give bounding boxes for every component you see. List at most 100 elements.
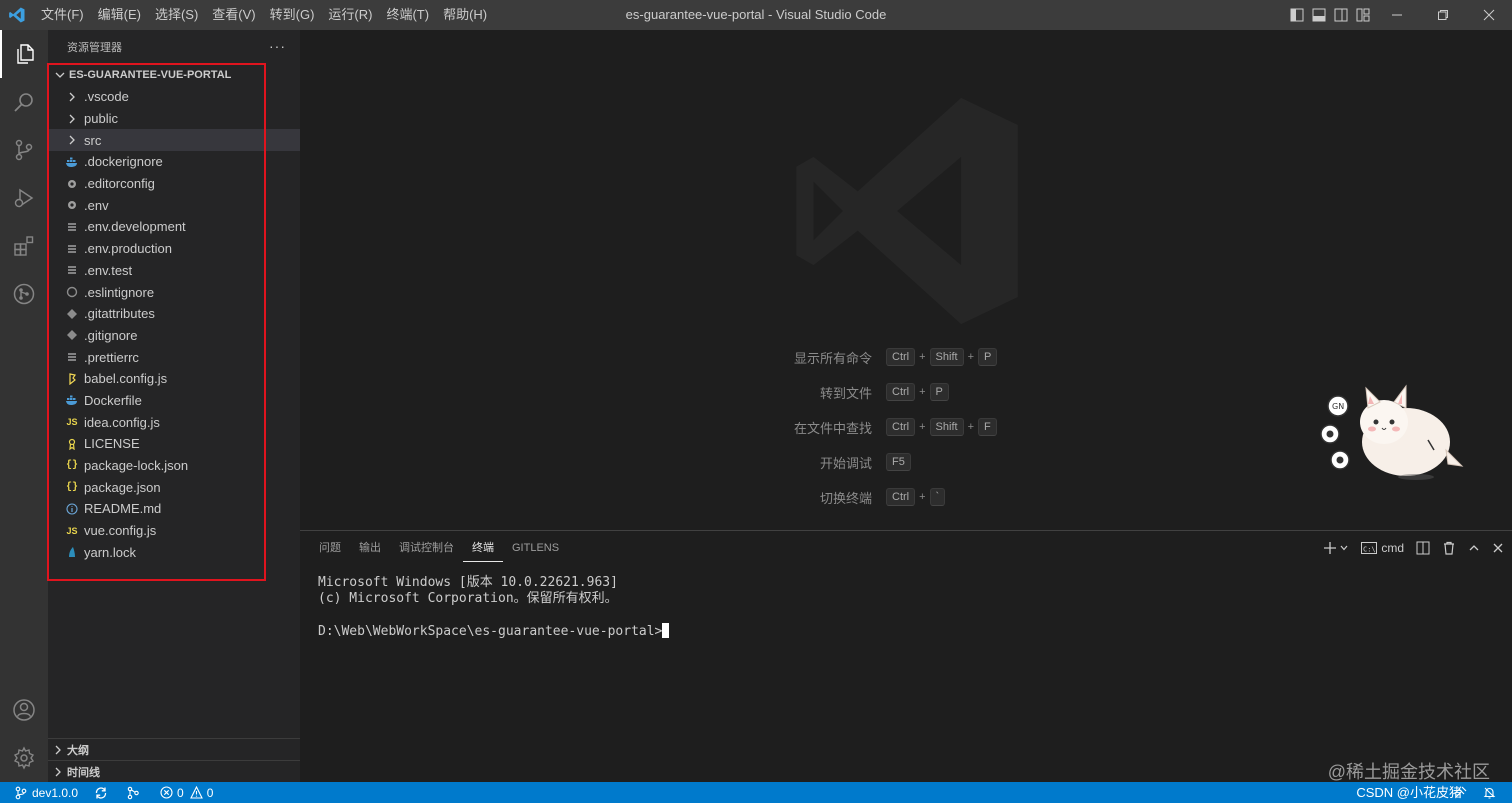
file-tree-item[interactable]: Dockerfile xyxy=(48,390,300,412)
shortcut-row: 开始调试 F5 xyxy=(600,452,911,472)
file-tree-label: .env xyxy=(84,197,109,213)
file-tree-label: src xyxy=(84,132,102,148)
file-tree-item[interactable]: .env.test xyxy=(48,260,300,282)
file-tree-item[interactable]: .env.development xyxy=(48,216,300,238)
key-plus: + xyxy=(919,386,926,398)
shortcut-label: 在文件中查找 xyxy=(793,420,872,436)
minimize-button[interactable] xyxy=(1374,0,1420,30)
branch-status[interactable]: dev1.0.0 xyxy=(0,782,84,803)
file-tree-item[interactable]: .gitattributes xyxy=(48,303,300,325)
restore-button[interactable] xyxy=(1420,0,1466,30)
terminal-prompt-line: D:\Web\WebWorkSpace\es-guarantee-vue-por… xyxy=(318,623,670,640)
file-tree-label: idea.config.js xyxy=(84,414,160,430)
file-tree-item[interactable]: README.md xyxy=(48,498,300,520)
outline-section[interactable]: 大纲 xyxy=(48,738,300,760)
explorer-icon[interactable] xyxy=(0,30,48,78)
timeline-section[interactable]: 时间线 xyxy=(48,760,300,782)
file-tree-item[interactable]: LICENSE xyxy=(48,433,300,455)
lines-icon xyxy=(64,219,80,235)
toggle-panel-icon[interactable] xyxy=(1308,0,1330,30)
terminal-line: Microsoft Windows [版本 10.0.22621.963] xyxy=(318,575,618,590)
file-tree-item[interactable]: babel.config.js xyxy=(48,368,300,390)
notifications-icon[interactable] xyxy=(1477,782,1506,803)
source-control-icon[interactable] xyxy=(0,126,48,174)
file-tree-item[interactable]: .env.production xyxy=(48,238,300,260)
file-tree-item[interactable]: .env xyxy=(48,194,300,216)
file-tree-label: package-lock.json xyxy=(84,458,189,474)
git-icon xyxy=(64,327,80,343)
customize-layout-icon[interactable] xyxy=(1352,0,1374,30)
menu-item[interactable]: 转到(G) xyxy=(263,0,322,30)
menu-item[interactable]: 帮助(H) xyxy=(436,0,494,30)
settings-gear-icon[interactable] xyxy=(0,734,48,782)
terminal-output[interactable]: Microsoft Windows [版本 10.0.22621.963] (c)… xyxy=(318,575,670,640)
panel-tab[interactable]: 问题 xyxy=(310,535,350,561)
file-tree-item[interactable]: .dockerignore xyxy=(48,151,300,173)
workspace-folder-header[interactable]: ES-GUARANTEE-VUE-PORTAL xyxy=(48,64,300,86)
run-debug-icon[interactable] xyxy=(0,174,48,222)
error-count: 0 xyxy=(177,785,184,800)
close-panel-icon[interactable] xyxy=(1492,537,1504,559)
file-tree-label: .env.production xyxy=(84,241,172,257)
yarn-icon xyxy=(64,544,80,560)
account-icon[interactable] xyxy=(0,686,48,734)
menu-item[interactable]: 运行(R) xyxy=(321,0,379,30)
split-terminal-icon[interactable] xyxy=(1416,537,1430,559)
file-tree-item[interactable]: .gitignore xyxy=(48,325,300,347)
chevron-right-icon xyxy=(64,111,80,127)
file-tree-item[interactable]: JS idea.config.js xyxy=(48,411,300,433)
close-window-button[interactable] xyxy=(1466,0,1512,30)
mascot-sticker-icon: GN xyxy=(1320,384,1464,480)
file-tree-item[interactable]: JS vue.config.js xyxy=(48,520,300,542)
maximize-panel-icon[interactable] xyxy=(1468,537,1480,559)
chevron-right-icon xyxy=(55,745,61,754)
juejin-watermark: @稀土掘金技术社区 xyxy=(1327,762,1490,782)
file-tree-item[interactable]: .eslintignore xyxy=(48,281,300,303)
gitlens-icon[interactable] xyxy=(0,270,48,318)
file-tree-item[interactable]: yarn.lock xyxy=(48,541,300,563)
file-tree-label: .env.test xyxy=(84,262,133,278)
file-tree-item[interactable]: public xyxy=(48,108,300,130)
file-tree-label: .gitignore xyxy=(84,327,138,343)
vscode-logo-icon[interactable] xyxy=(0,0,34,30)
timeline-label: 时间线 xyxy=(67,766,100,779)
terminal-shell-selector[interactable]: C:\ cmd xyxy=(1361,537,1404,559)
menu-item[interactable]: 查看(V) xyxy=(205,0,262,30)
csdn-watermark: CSDN @小花皮猪 xyxy=(1356,785,1462,800)
menu-item[interactable]: 终端(T) xyxy=(379,0,436,30)
panel-tab[interactable]: GITLENS xyxy=(503,535,568,561)
chevron-right-icon xyxy=(55,767,61,776)
more-actions-icon[interactable]: ··· xyxy=(269,38,286,54)
new-terminal-icon[interactable] xyxy=(1323,537,1337,559)
keybinding-key: ` xyxy=(929,488,946,506)
file-tree-item[interactable]: .prettierrc xyxy=(48,346,300,368)
feedback-icon[interactable] xyxy=(1448,782,1477,803)
toggle-secondary-sidebar-icon[interactable] xyxy=(1330,0,1352,30)
menu-item[interactable]: 文件(F) xyxy=(34,0,91,30)
docker-icon xyxy=(64,392,80,408)
file-tree-item[interactable]: .vscode xyxy=(48,86,300,108)
warning-count: 0 xyxy=(206,785,214,800)
panel-actions: C:\ cmd xyxy=(1317,537,1504,559)
file-tree-label: .prettierrc xyxy=(84,349,139,365)
file-tree-item[interactable]: {} package.json xyxy=(48,476,300,498)
menu-item[interactable]: 编辑(E) xyxy=(91,0,148,30)
panel-tab[interactable]: 调试控制台 xyxy=(390,535,463,561)
kill-terminal-icon[interactable] xyxy=(1442,537,1456,559)
file-tree-item[interactable]: .editorconfig xyxy=(48,173,300,195)
chevron-right-icon xyxy=(64,132,80,148)
menu-item[interactable]: 选择(S) xyxy=(148,0,205,30)
panel-tab[interactable]: 输出 xyxy=(350,535,390,561)
file-tree-label: .env.development xyxy=(84,219,186,235)
search-icon[interactable] xyxy=(0,78,48,126)
terminal-dropdown-icon[interactable] xyxy=(1339,537,1349,559)
panel-tab[interactable]: 终端 xyxy=(463,535,503,562)
title-bar: 文件(F) 编辑(E) 选择(S) 查看(V) 转到(G) 运行(R) 终端(T) 帮助(H)… xyxy=(0,0,1512,30)
extensions-icon[interactable] xyxy=(0,222,48,270)
file-tree-item[interactable]: src xyxy=(48,129,300,152)
toggle-primary-sidebar-icon[interactable] xyxy=(1286,0,1308,30)
gitlens-compare-icon[interactable] xyxy=(118,782,150,803)
problems-status[interactable]: 0 0 xyxy=(150,782,219,803)
sync-icon[interactable] xyxy=(84,782,118,803)
file-tree-item[interactable]: {} package-lock.json xyxy=(48,455,300,477)
